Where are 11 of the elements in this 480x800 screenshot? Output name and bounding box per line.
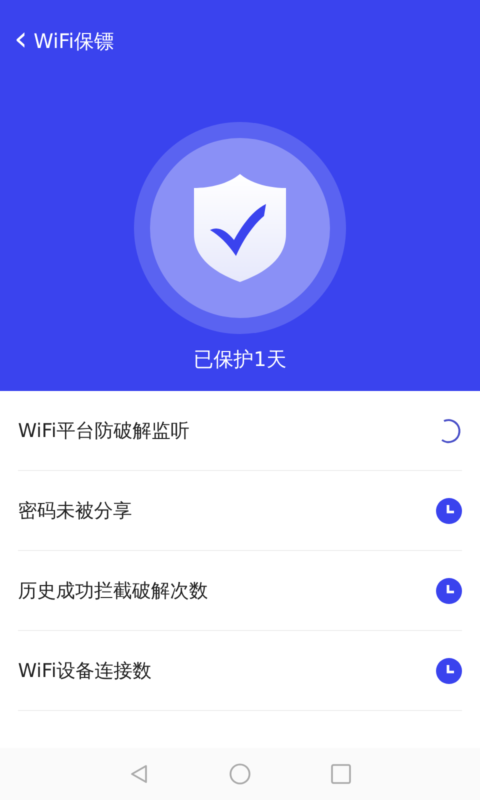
page-title: WiFi保镖 (34, 28, 114, 54)
check-item-label: 历史成功拦截破解次数 (18, 578, 208, 604)
check-item-label: 密码未被分享 (18, 498, 132, 524)
shield-check-icon (192, 172, 288, 284)
back-nav-icon[interactable] (129, 764, 149, 784)
protection-status: 已保护1天 (194, 346, 286, 373)
recents-nav-icon[interactable] (331, 764, 351, 784)
back-button[interactable]: ‹ (12, 22, 30, 56)
check-item-label: WiFi平台防破解监听 (18, 418, 190, 444)
check-item-label: WiFi设备连接数 (18, 658, 152, 684)
home-nav-icon[interactable] (229, 763, 251, 785)
